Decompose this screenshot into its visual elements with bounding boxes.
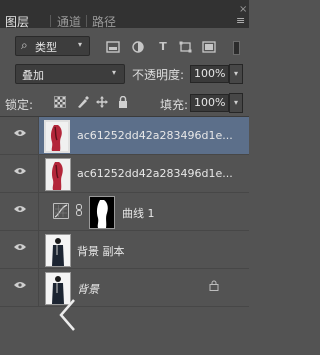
back-arrow-icon[interactable] — [58, 298, 76, 338]
layer-name[interactable]: 背景 — [77, 281, 99, 297]
curves-adjustment-icon — [53, 203, 69, 219]
shape-filter-icon[interactable] — [179, 41, 193, 53]
layer-name[interactable]: 曲线 1 — [122, 205, 155, 221]
visibility-toggle[interactable] — [0, 269, 39, 306]
link-icon[interactable] — [75, 204, 83, 219]
layer-thumbnail — [45, 234, 71, 267]
layer-name[interactable]: ac61252dd42a283496d1e... — [77, 167, 233, 180]
layer-row[interactable]: 曲线 1 — [0, 193, 249, 231]
opacity-field[interactable]: 100% — [190, 65, 229, 83]
chevron-down-icon: ▾ — [78, 40, 83, 49]
eye-icon — [14, 130, 26, 136]
eye-icon — [14, 244, 26, 250]
lock-paint-icon[interactable] — [77, 96, 89, 108]
image-filter-icon[interactable] — [106, 41, 120, 53]
tab-divider — [50, 15, 51, 27]
panel-menu-icon[interactable]: ≡ — [236, 14, 245, 27]
opacity-label: 不透明度: — [132, 68, 185, 82]
text-filter-icon[interactable]: T — [156, 41, 170, 53]
blend-row: 叠加 ▾ 不透明度: 100% ▾ — [0, 60, 249, 90]
eye-icon — [14, 282, 26, 288]
layer-row[interactable]: 背景 副本 — [0, 231, 249, 269]
lock-label: 锁定: — [5, 98, 34, 112]
lock-row: 锁定: 填充: 100% ▾ — [0, 90, 249, 116]
tab-divider — [86, 15, 87, 27]
fill-field[interactable]: 100% — [190, 94, 229, 112]
search-icon: ⌕ — [21, 38, 28, 52]
chevron-down-icon: ▾ — [112, 68, 117, 77]
lock-move-icon[interactable] — [96, 96, 108, 108]
eye-icon — [14, 206, 26, 212]
layer-row[interactable]: ac61252dd42a283496d1e... — [0, 117, 249, 155]
layer-row[interactable]: ac61252dd42a283496d1e... — [0, 155, 249, 193]
layer-mask-thumbnail[interactable] — [89, 196, 115, 229]
opacity-slider-button[interactable]: ▾ — [229, 64, 243, 84]
visibility-toggle[interactable] — [0, 193, 39, 230]
visibility-toggle[interactable] — [0, 231, 39, 268]
layer-thumbnail — [44, 120, 70, 153]
blend-mode-value: 叠加 — [22, 69, 44, 82]
visibility-toggle[interactable] — [0, 117, 39, 154]
lock-transparent-icon[interactable] — [54, 96, 66, 108]
adjustment-filter-icon[interactable] — [131, 41, 145, 53]
lock-all-icon[interactable] — [117, 95, 129, 108]
panel-tab-bar: 图层 通道 路径 × ≡ — [0, 0, 249, 29]
layer-row[interactable]: 背景 — [0, 269, 249, 307]
smart-object-filter-icon[interactable] — [202, 41, 216, 53]
layer-name[interactable]: 背景 副本 — [77, 243, 125, 259]
visibility-toggle[interactable] — [0, 155, 39, 192]
layer-thumbnail — [45, 158, 71, 191]
layers-list: ac61252dd42a283496d1e... ac61252dd42a283… — [0, 116, 249, 355]
layer-name[interactable]: ac61252dd42a283496d1e... — [77, 129, 233, 142]
eye-icon — [14, 168, 26, 174]
filter-toggle-switch[interactable] — [233, 41, 240, 55]
blend-mode-dropdown[interactable]: 叠加 ▾ — [15, 64, 125, 84]
filter-kind-dropdown[interactable]: ⌕ 类型 ▾ — [15, 36, 90, 56]
fill-label: 填充: — [160, 98, 189, 112]
filter-kind-label: 类型 — [35, 41, 57, 54]
layer-filter-row: ⌕ 类型 ▾ T — [0, 28, 249, 60]
fill-slider-button[interactable]: ▾ — [229, 93, 243, 113]
lock-icon — [209, 280, 219, 294]
